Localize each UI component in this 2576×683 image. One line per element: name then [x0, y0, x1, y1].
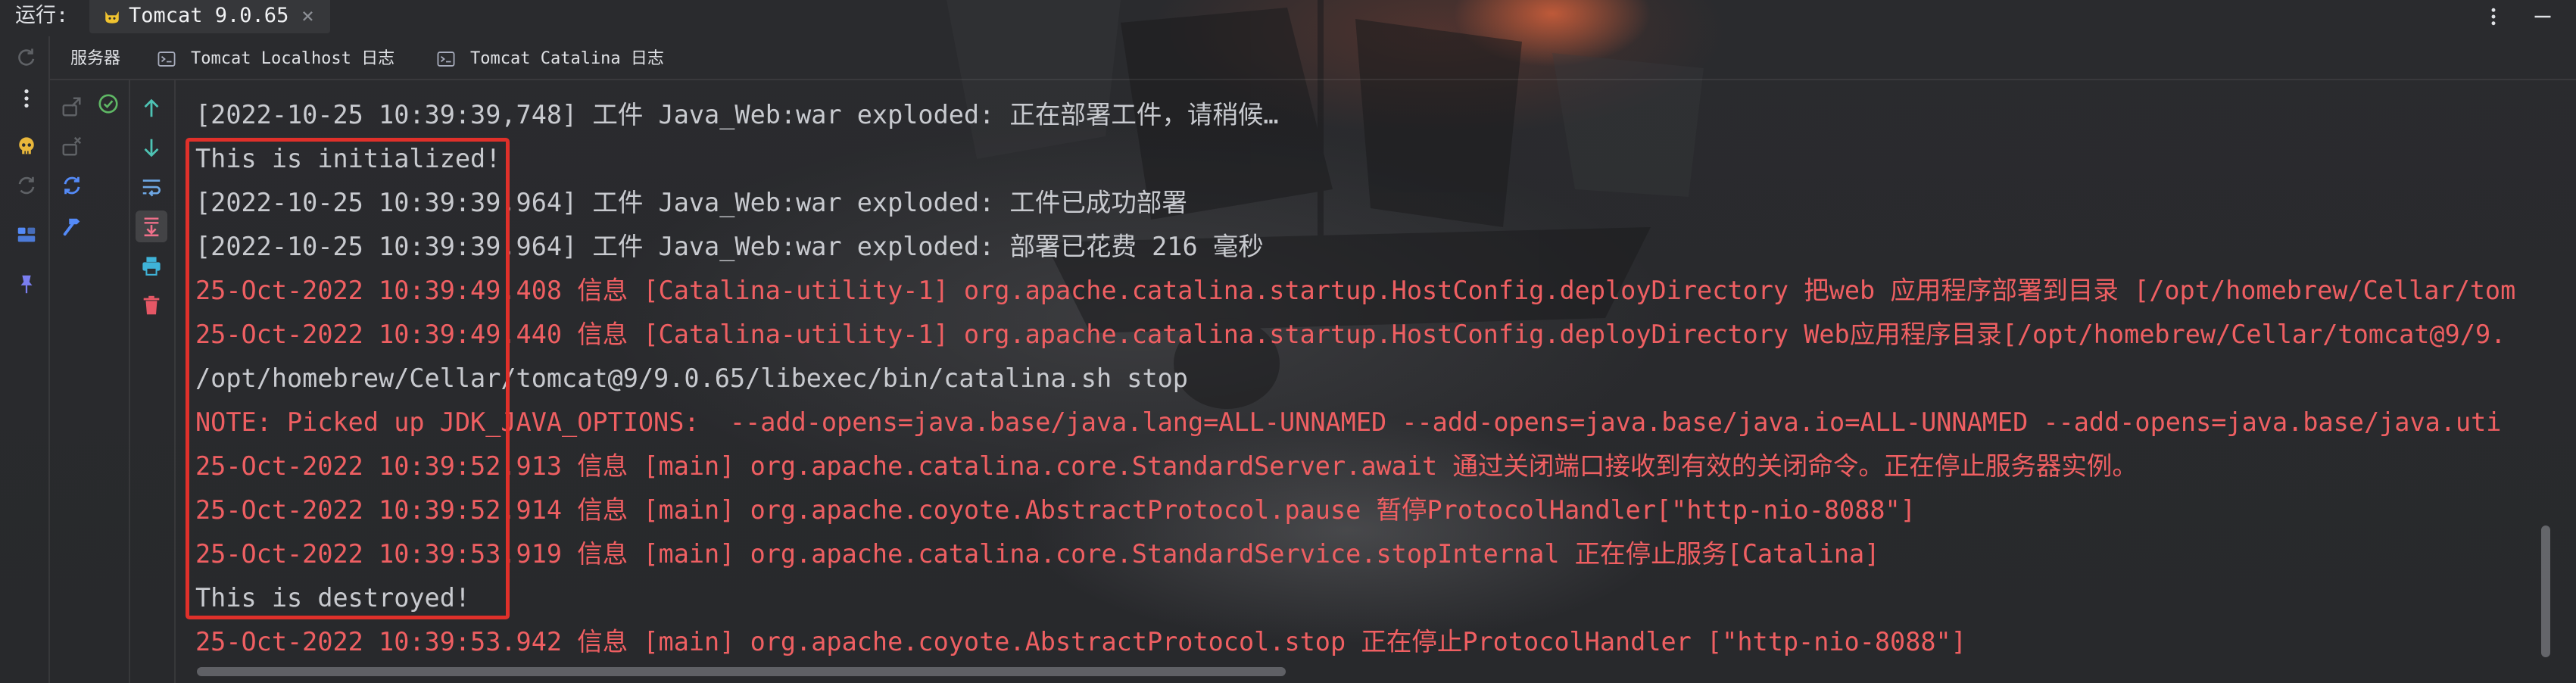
check-circle-icon [98, 94, 118, 114]
minimize-icon [2534, 15, 2551, 18]
console-line: [2022-10-25 10:39:39,964] 工件 Java_Web:wa… [195, 232, 1264, 261]
console-output[interactable]: [2022-10-25 10:39:39,748] 工件 Java_Web:wa… [176, 80, 2540, 683]
deploy-button[interactable] [56, 91, 88, 123]
layout-icon [17, 227, 36, 242]
check-status-button[interactable] [92, 88, 124, 120]
scroll-to-end-icon [144, 217, 159, 237]
minimize-button[interactable] [2528, 2, 2558, 32]
tab-tomcat-localhost-log[interactable]: Tomcat Localhost 日志 [157, 42, 414, 76]
more-vertical-icon [24, 89, 29, 108]
soft-wrap-button[interactable] [136, 171, 167, 203]
layout-button[interactable] [11, 219, 42, 251]
rerun-button[interactable] [11, 42, 42, 73]
previous-occurrence-button[interactable] [136, 92, 167, 124]
vertical-scrollbar-thumb[interactable] [2541, 526, 2550, 657]
hammer-icon [63, 218, 80, 236]
tab-label: Tomcat Catalina 日志 [470, 49, 664, 68]
console-line: 25-Oct-2022 10:39:49.408 信息 [Catalina-ut… [195, 276, 2516, 305]
soft-wrap-icon [142, 179, 161, 197]
console-lines: [2022-10-25 10:39:39,748] 工件 Java_Web:wa… [195, 93, 2533, 664]
console-line: NOTE: Picked up JDK_JAVA_OPTIONS: --add-… [195, 407, 2502, 437]
console-line: [2022-10-25 10:39:39,964] 工件 Java_Web:wa… [195, 188, 1187, 217]
rerun-icon [18, 48, 35, 66]
run-tab-tomcat[interactable]: Tomcat 9.0.65 × [89, 0, 330, 33]
build-button[interactable] [56, 211, 88, 242]
next-occurrence-button[interactable] [136, 132, 167, 164]
tab-label: Tomcat Localhost 日志 [191, 49, 395, 68]
services-divider [129, 80, 130, 683]
console-line: /opt/homebrew/Cellar/tomcat@9/9.0.65/lib… [195, 363, 1188, 393]
console-line: This is destroyed! [195, 583, 471, 613]
scroll-to-end-button[interactable] [136, 211, 167, 242]
skull-icon [19, 137, 34, 154]
toolbar-divider [48, 36, 50, 683]
pin-icon [20, 275, 33, 294]
console-log-icon [157, 51, 176, 67]
pin-tab-button[interactable] [11, 268, 42, 300]
print-icon [142, 257, 161, 276]
console-line: 25-Oct-2022 10:39:52.913 信息 [main] org.a… [195, 451, 2138, 481]
run-label: 运行: [15, 4, 69, 27]
console-log-icon [437, 51, 455, 67]
refresh-icon [64, 176, 80, 195]
console-line: 25-Oct-2022 10:39:53.942 信息 [main] org.a… [195, 627, 1966, 656]
tab-servers[interactable]: 服务器 [70, 42, 131, 76]
arrow-up-icon [144, 98, 159, 117]
dump-threads-button[interactable] [11, 130, 42, 162]
print-button[interactable] [136, 250, 167, 282]
highlight-box [186, 138, 510, 619]
tab-tomcat-catalina-log[interactable]: Tomcat Catalina 日志 [436, 42, 686, 76]
console-line: [2022-10-25 10:39:39,748] 工件 Java_Web:wa… [195, 100, 1279, 129]
restart-icon [18, 176, 35, 195]
console-line: 25-Oct-2022 10:39:53.919 信息 [main] org.a… [195, 539, 1880, 569]
close-icon[interactable]: × [301, 0, 314, 32]
restart-button[interactable] [11, 170, 42, 201]
horizontal-scrollbar-thumb[interactable] [197, 667, 1286, 676]
console-line: 25-Oct-2022 10:39:49.440 信息 [Catalina-ut… [195, 320, 2506, 349]
tomcat-icon [105, 11, 119, 23]
vertical-scrollbar[interactable] [2540, 80, 2552, 663]
run-tab-title: Tomcat 9.0.65 [129, 4, 289, 27]
undeploy-icon [62, 136, 82, 156]
console-line: This is initialized! [195, 144, 501, 173]
arrow-down-icon [144, 139, 159, 157]
console-line: 25-Oct-2022 10:39:52.914 信息 [main] org.a… [195, 495, 1916, 525]
undeploy-button[interactable] [56, 130, 88, 162]
more-actions-button[interactable] [11, 83, 42, 114]
more-options-button[interactable] [2478, 2, 2509, 32]
trash-icon [143, 295, 160, 315]
refresh-button[interactable] [56, 170, 88, 201]
clear-all-button[interactable] [136, 289, 167, 321]
tab-label: 服务器 [70, 49, 121, 68]
horizontal-scrollbar[interactable] [176, 666, 2534, 677]
deploy-icon [62, 97, 81, 117]
more-vertical-icon [2491, 8, 2496, 26]
